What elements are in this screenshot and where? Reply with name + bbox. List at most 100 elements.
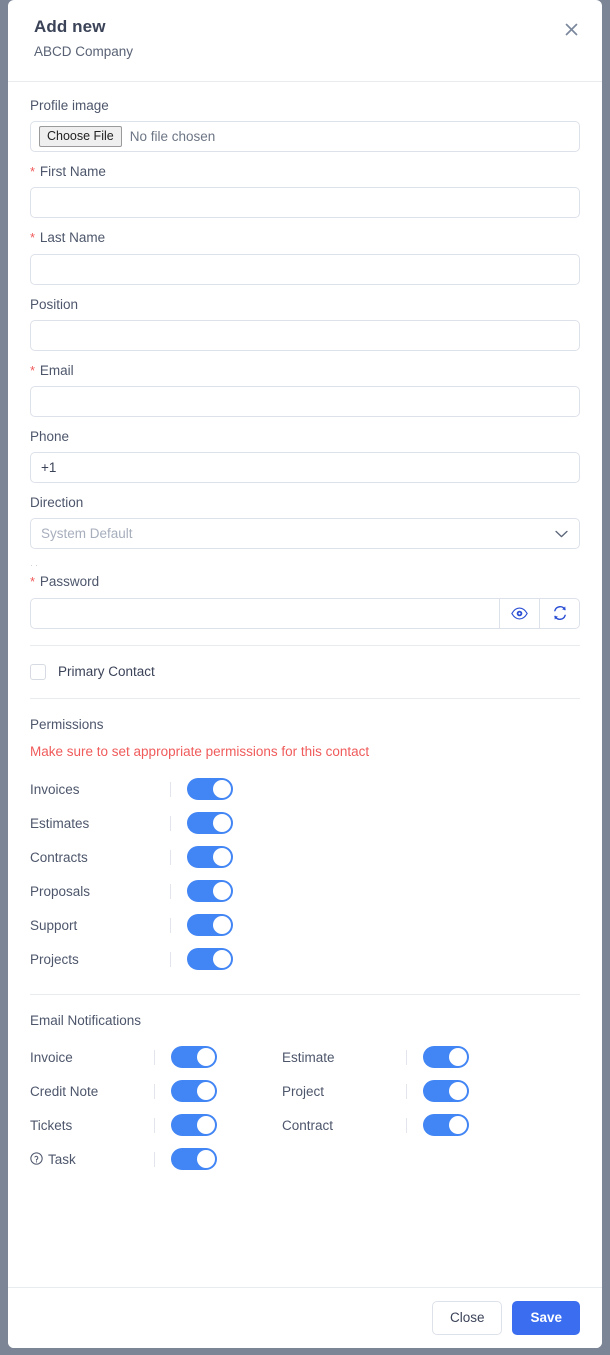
- eye-icon[interactable]: [499, 597, 540, 629]
- primary-contact-checkbox[interactable]: [30, 663, 46, 680]
- notification-label: Contract: [282, 1117, 334, 1133]
- notification-label-task: Task: [30, 1151, 154, 1167]
- field-email: * Email: [30, 363, 580, 417]
- permission-toggle-contracts[interactable]: [187, 846, 233, 869]
- email-notifications-grid: Invoice Estimate Credit Note Project Tic…: [30, 1040, 580, 1176]
- toggle-knob: [449, 1082, 467, 1101]
- email-label-text: Email: [39, 362, 74, 378]
- notification-toggle-credit-note[interactable]: [171, 1080, 217, 1103]
- direction-select[interactable]: System Default: [30, 518, 580, 550]
- toggle-knob: [213, 848, 231, 867]
- notification-label: Tickets: [30, 1117, 73, 1133]
- password-input-group: [30, 597, 581, 629]
- password-label-text: Password: [39, 574, 100, 590]
- notification-toggle-invoice[interactable]: [171, 1046, 217, 1069]
- row-divider: [406, 1083, 407, 1099]
- save-button[interactable]: Save: [512, 1301, 580, 1335]
- toggle-knob: [213, 882, 231, 901]
- notification-toggle-project[interactable]: [423, 1080, 469, 1103]
- divider-above-permissions: [30, 697, 580, 699]
- field-last-name: * Last Name: [30, 230, 580, 285]
- notification-toggle-task[interactable]: [171, 1148, 217, 1171]
- permission-row-proposals: Proposals: [30, 874, 580, 908]
- permission-label: Proposals: [30, 883, 91, 899]
- toggle-knob: [197, 1082, 215, 1101]
- permission-toggle-estimates[interactable]: [187, 812, 233, 835]
- spacer-marks: ··: [30, 560, 40, 571]
- modal-footer: Close Save: [8, 1287, 602, 1348]
- row-divider: [170, 781, 171, 797]
- divider-above-email-notifications: [30, 994, 580, 996]
- notification-row-contract: Contract: [282, 1108, 580, 1142]
- first-name-input[interactable]: [30, 187, 580, 219]
- email-input[interactable]: [30, 385, 580, 417]
- grid-empty-cell: [282, 1142, 580, 1176]
- row-divider: [406, 1049, 407, 1065]
- permission-label: Estimates: [30, 815, 90, 831]
- permission-toggle-support[interactable]: [187, 914, 233, 937]
- notification-label: Credit Note: [30, 1083, 99, 1099]
- page-title: Add new: [34, 17, 106, 36]
- last-name-input[interactable]: [30, 253, 580, 285]
- notification-toggle-contract[interactable]: [423, 1114, 469, 1137]
- field-direction: Direction System Default: [30, 495, 580, 550]
- permission-toggle-projects[interactable]: [187, 948, 233, 971]
- profile-image-label: Profile image: [30, 98, 109, 113]
- required-asterisk: *: [30, 230, 36, 246]
- row-divider: [170, 883, 171, 899]
- phone-input[interactable]: [30, 452, 580, 484]
- notification-label: Task: [48, 1152, 76, 1168]
- toggle-knob: [197, 1048, 215, 1067]
- permission-label: Contracts: [30, 849, 88, 865]
- permissions-toggle-list: Invoices Estimates Contracts Proposals S…: [30, 772, 580, 976]
- position-input[interactable]: [30, 319, 580, 351]
- row-divider: [170, 917, 171, 933]
- permission-label: Invoices: [30, 781, 80, 797]
- last-name-label: * Last Name: [30, 230, 580, 246]
- permissions-warning: Make sure to set appropriate permissions…: [30, 743, 370, 759]
- permission-row-support: Support: [30, 908, 580, 942]
- direction-select-wrapper: System Default: [30, 518, 580, 550]
- modal-body: Profile image Choose File No file chosen…: [8, 82, 602, 1287]
- toggle-knob: [449, 1048, 467, 1067]
- permission-toggle-invoices[interactable]: [187, 778, 233, 801]
- help-circle-icon[interactable]: [30, 1152, 43, 1165]
- direction-selected-value: System Default: [41, 526, 133, 542]
- company-subtitle: ABCD Company: [34, 43, 134, 59]
- choose-file-button[interactable]: Choose File: [39, 126, 122, 148]
- notification-label: Invoice: [30, 1049, 73, 1065]
- permission-label: Projects: [30, 951, 79, 967]
- direction-label: Direction: [30, 495, 84, 511]
- refresh-icon[interactable]: [539, 597, 581, 629]
- toggle-knob: [213, 950, 231, 969]
- last-name-label-text: Last Name: [39, 230, 106, 246]
- permissions-title: Permissions: [30, 716, 104, 732]
- toggle-knob: [197, 1116, 215, 1135]
- notification-row-task: Task: [30, 1142, 282, 1176]
- notification-row-tickets: Tickets: [30, 1108, 282, 1142]
- permission-row-estimates: Estimates: [30, 806, 580, 840]
- primary-contact-row[interactable]: Primary Contact: [30, 646, 580, 698]
- toggle-knob: [213, 780, 231, 799]
- required-asterisk: *: [30, 574, 36, 590]
- required-asterisk: *: [30, 164, 36, 180]
- field-first-name: * First Name: [30, 164, 580, 219]
- notification-label: Estimate: [282, 1049, 335, 1065]
- row-divider: [406, 1117, 407, 1133]
- password-label: * Password: [30, 574, 580, 590]
- notification-toggle-estimate[interactable]: [423, 1046, 469, 1069]
- toggle-knob: [213, 814, 231, 833]
- field-password: * Password: [30, 574, 581, 629]
- profile-image-file-input[interactable]: Choose File No file chosen: [30, 121, 580, 153]
- first-name-label-text: First Name: [39, 164, 106, 180]
- toggle-knob: [449, 1116, 467, 1135]
- primary-contact-label: Primary Contact: [58, 664, 155, 679]
- modal-header: Add new ABCD Company: [8, 0, 602, 82]
- notification-row-invoice: Invoice: [30, 1040, 282, 1074]
- permission-toggle-proposals[interactable]: [187, 880, 233, 903]
- close-icon[interactable]: [560, 18, 582, 40]
- row-divider: [154, 1151, 155, 1167]
- close-button[interactable]: Close: [431, 1301, 503, 1335]
- password-input[interactable]: [30, 597, 500, 629]
- notification-toggle-tickets[interactable]: [171, 1114, 217, 1137]
